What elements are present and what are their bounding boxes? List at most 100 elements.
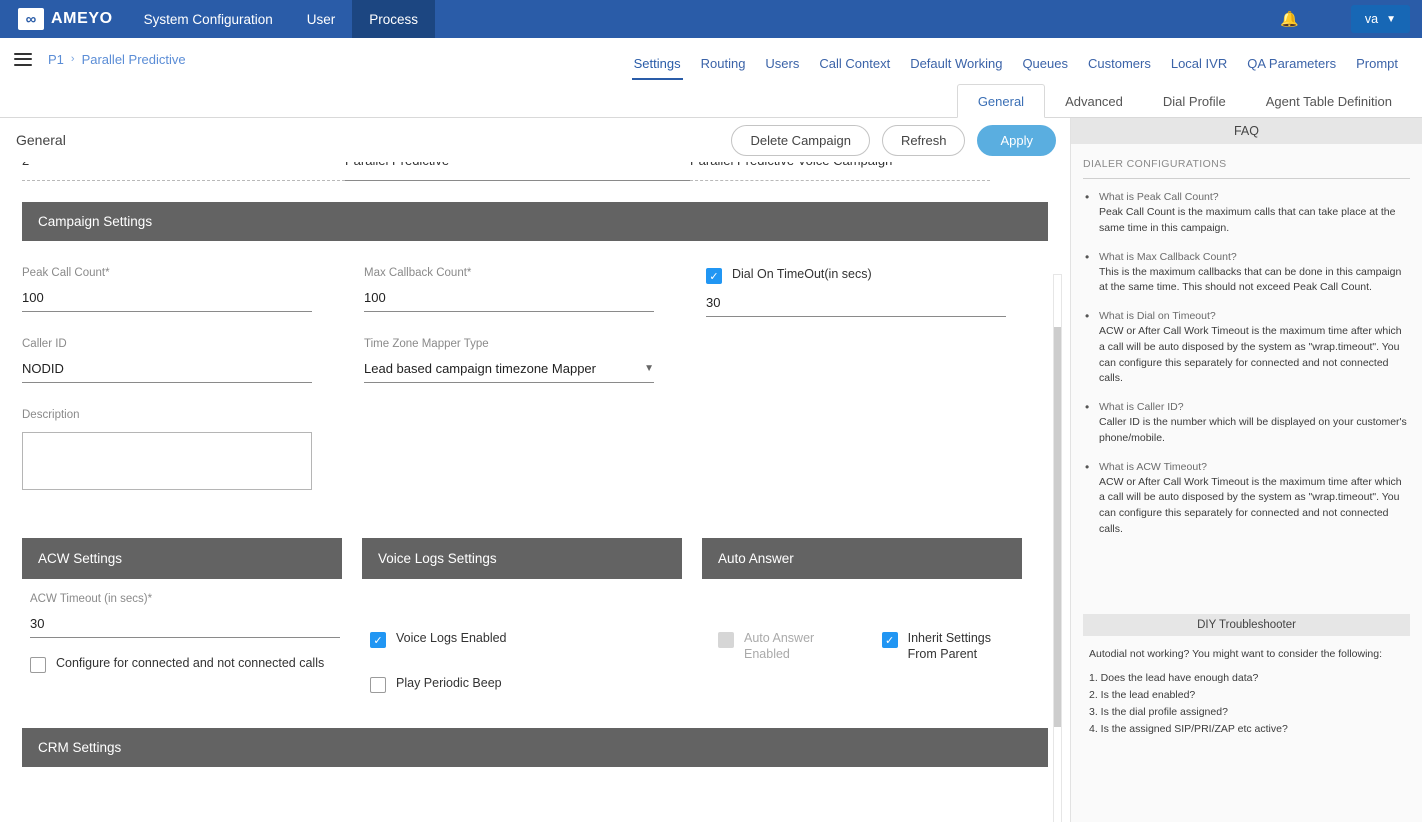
subtab-general[interactable]: General [956, 84, 1046, 118]
faq-answer: Peak Call Count is the maximum calls tha… [1099, 206, 1396, 234]
field-underline [690, 180, 990, 181]
dial-on-timeout-label: Dial On TimeOut(in secs) [732, 267, 872, 281]
field-underline [22, 180, 345, 181]
breadcrumb-root[interactable]: P1 [48, 52, 64, 67]
tab-queues[interactable]: Queues [1012, 56, 1078, 80]
faq-question: What is ACW Timeout? [1099, 460, 1207, 473]
faq-pane: FAQ DIALER CONFIGURATIONS What is Peak C… [1070, 118, 1422, 822]
inherit-from-parent-label: Inherit Settings From Parent [907, 631, 991, 661]
diy-step: 4. Is the assigned SIP/PRI/ZAP etc activ… [1089, 723, 1288, 736]
timezone-mapper-select[interactable]: Lead based campaign timezone Mapper ▼ [364, 361, 654, 383]
timezone-mapper-field: Time Zone Mapper Type Lead based campaig… [364, 338, 706, 383]
faq-body: DIALER CONFIGURATIONS What is Peak Call … [1071, 144, 1422, 538]
topnav-process[interactable]: Process [352, 0, 436, 38]
peak-call-count-input[interactable]: 100 [22, 290, 312, 312]
section-header-crm-settings: CRM Settings [22, 728, 1048, 767]
faq-answer: ACW or After Call Work Timeout is the ma… [1099, 475, 1402, 535]
top-nav-items: System Configuration User Process [127, 0, 436, 38]
hamburger-icon[interactable] [14, 52, 32, 66]
clipped-field-1-value: 2 [22, 162, 29, 168]
tab-prompt[interactable]: Prompt [1346, 56, 1408, 80]
auto-answer-enabled-label: Auto Answer Enabled [744, 631, 815, 661]
voice-logs-enabled-checkbox-row[interactable]: ✓ Voice Logs Enabled [370, 631, 674, 648]
user-menu[interactable]: va ▼ [1350, 5, 1410, 33]
subtab-agent-table-definition[interactable]: Agent Table Definition [1246, 85, 1412, 117]
play-periodic-beep-checkbox-row[interactable]: Play Periodic Beep [370, 676, 674, 693]
max-callback-count-input[interactable]: 100 [364, 290, 654, 312]
tab-users[interactable]: Users [755, 56, 809, 80]
dial-on-timeout-checkbox-row[interactable]: ✓ Dial On TimeOut(in secs) [706, 267, 1048, 284]
auto-answer-enabled-checkbox-row: Auto Answer Enabled [718, 631, 856, 662]
voice-logs-settings-panel: Voice Logs Settings ✓ Voice Logs Enabled… [362, 538, 682, 693]
clipped-field-2-value: Parallel Predictive [345, 162, 449, 168]
tab-default-working[interactable]: Default Working [900, 56, 1012, 80]
faq-list: What is Peak Call Count? Peak Call Count… [1083, 190, 1410, 538]
inherit-from-parent-checkbox-row[interactable]: ✓ Inherit Settings From Parent [881, 631, 1014, 662]
diy-step: 3. Is the dial profile assigned? [1089, 706, 1228, 719]
description-label: Description [22, 409, 80, 421]
apply-button[interactable]: Apply [977, 124, 1056, 156]
description-textarea[interactable] [22, 432, 312, 490]
dial-on-timeout-field: ✓ Dial On TimeOut(in secs) 30 [706, 267, 1048, 317]
diy-header: DIY Troubleshooter [1083, 613, 1410, 636]
configure-connected-label: Configure for connected and not connecte… [56, 656, 325, 670]
faq-question: What is Dial on Timeout? [1099, 310, 1216, 322]
main-tabs: Settings Routing Users Call Context Defa… [624, 38, 1422, 80]
auto-answer-body: Auto Answer Enabled ✓ Inherit Settings F… [702, 579, 1022, 662]
brand-logo: ∞ AMEYO [0, 0, 127, 38]
form-toolbar: General Delete Campaign Refresh Apply [0, 118, 1070, 162]
tab-routing[interactable]: Routing [691, 56, 756, 80]
faq-item: What is Max Callback Count? This is the … [1083, 250, 1410, 297]
faq-question: What is Peak Call Count? [1099, 191, 1219, 203]
play-periodic-beep-label: Play Periodic Beep [396, 676, 502, 690]
acw-settings-body: ACW Timeout (in secs)* 30 Configure for … [22, 579, 342, 673]
vertical-scrollbar[interactable] [1053, 274, 1062, 822]
checkbox-disabled-icon [718, 632, 734, 648]
section-header-voice-logs-settings: Voice Logs Settings [362, 538, 682, 579]
voice-logs-settings-body: ✓ Voice Logs Enabled Play Periodic Beep [362, 579, 682, 693]
peak-call-count-field: Peak Call Count* 100 [22, 267, 364, 312]
clipped-field-3-value: Parallel Predictive Voice Campaign [690, 162, 892, 168]
breadcrumb-current[interactable]: Parallel Predictive [82, 52, 186, 67]
subtab-advanced[interactable]: Advanced [1045, 85, 1143, 117]
acw-timeout-field: ACW Timeout (in secs)* 30 [30, 593, 340, 638]
topnav-user[interactable]: User [290, 0, 353, 38]
tab-qa-parameters[interactable]: QA Parameters [1237, 56, 1346, 80]
tab-settings[interactable]: Settings [624, 56, 691, 80]
subtab-dial-profile[interactable]: Dial Profile [1143, 85, 1246, 117]
caller-id-label: Caller ID [22, 338, 67, 350]
top-navigation-bar: ∞ AMEYO System Configuration User Proces… [0, 0, 1422, 38]
delete-campaign-button[interactable]: Delete Campaign [731, 124, 870, 156]
top-right-actions: 🔔 va ▼ [1258, 0, 1422, 38]
page-title: General [16, 132, 66, 148]
breadcrumb-bar: P1 › Parallel Predictive Settings Routin… [0, 38, 1422, 80]
scrollbar-thumb[interactable] [1054, 327, 1061, 727]
caller-id-input[interactable]: NODID [22, 361, 312, 383]
clipped-field-row: 2 Parallel Predictive Parallel Predictiv… [0, 162, 1070, 184]
tab-local-ivr[interactable]: Local IVR [1161, 56, 1237, 80]
dial-on-timeout-input[interactable]: 30 [706, 295, 1006, 317]
acw-timeout-input[interactable]: 30 [30, 616, 340, 638]
auto-answer-checkbox-row: Auto Answer Enabled ✓ Inherit Settings F… [710, 631, 1014, 662]
settings-panels: ACW Settings ACW Timeout (in secs)* 30 C… [0, 538, 1070, 693]
clipped-field-3[interactable]: Parallel Predictive Voice Campaign [690, 162, 990, 184]
check-icon: ✓ [370, 632, 386, 648]
diy-intro: Autodial not working? You might want to … [1089, 647, 1383, 660]
breadcrumb-separator-icon: › [70, 53, 75, 65]
clipped-field-1[interactable]: 2 [22, 162, 345, 184]
clipped-field-2[interactable]: Parallel Predictive [345, 162, 690, 184]
field-underline [345, 180, 690, 181]
section-header-campaign-settings: Campaign Settings [22, 202, 1048, 241]
timezone-mapper-value: Lead based campaign timezone Mapper [364, 361, 596, 376]
bell-icon[interactable]: 🔔 [1258, 0, 1321, 38]
faq-item: What is ACW Timeout? ACW or After Call W… [1083, 460, 1410, 538]
tab-call-context[interactable]: Call Context [809, 56, 900, 80]
configure-connected-checkbox-row[interactable]: Configure for connected and not connecte… [30, 656, 334, 673]
faq-question: What is Max Callback Count? [1099, 250, 1237, 263]
auto-answer-panel: Auto Answer Auto Answer Enabled ✓ Inheri… [702, 538, 1022, 693]
acw-settings-panel: ACW Settings ACW Timeout (in secs)* 30 C… [22, 538, 342, 693]
tab-customers[interactable]: Customers [1078, 56, 1161, 80]
topnav-system-configuration[interactable]: System Configuration [127, 0, 290, 38]
refresh-button[interactable]: Refresh [881, 124, 966, 156]
diy-troubleshooter: DIY Troubleshooter Autodial not working?… [1083, 613, 1410, 739]
